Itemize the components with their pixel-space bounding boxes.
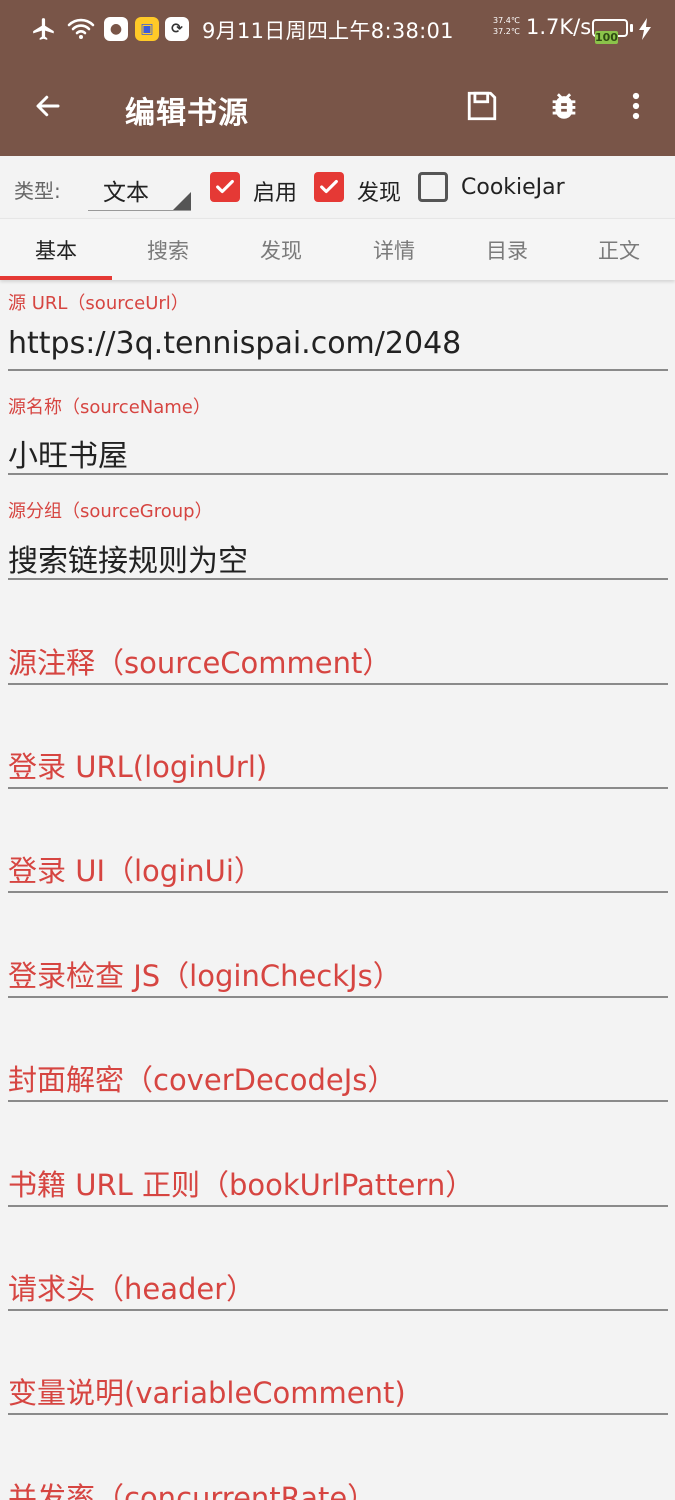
tab-toc[interactable]: 目录 [451,219,563,281]
source-name-field[interactable]: 源名称（sourceName） 小旺书屋 [8,387,668,475]
more-vert-icon[interactable] [614,84,658,128]
field-hint: 变量说明(variableComment) [8,1376,406,1410]
back-arrow-icon[interactable] [26,84,70,128]
qq-icon: ● [104,15,128,43]
cookiejar-checkbox[interactable] [418,172,448,202]
app-icon: ⟳ [165,15,189,43]
source-group-field[interactable]: 源分组（sourceGroup） 搜索链接规则为空 [8,492,668,580]
concurrent-rate-field[interactable]: 并发率（concurrentRate） [8,1435,668,1500]
type-row: 类型: 文本 启用 发现 CookieJar [0,156,675,218]
type-select-value: 文本 [103,180,149,206]
network-speed: 1.7K/s [526,15,592,39]
cookiejar-checkbox-label[interactable]: CookieJar [461,175,565,200]
enable-checkbox[interactable] [210,172,240,202]
active-tab-indicator [0,276,112,280]
field-value[interactable]: https://3q.tennispai.com/2048 [8,326,461,361]
status-time: 9月11日周四上午8:38:01 [202,19,454,43]
field-hint: 登录 UI（loginUi） [8,854,263,888]
temperature-readout: 37.4℃ 37.2℃ [493,16,520,36]
variable-comment-field[interactable]: 变量说明(variableComment) [8,1330,668,1415]
login-check-js-field[interactable]: 登录检查 JS（loginCheckJs） [8,913,668,998]
type-label: 类型: [14,179,61,203]
wifi-icon [66,15,96,43]
type-select[interactable]: 文本 [88,166,191,211]
tab-discover[interactable]: 发现 [225,219,337,281]
tab-detail[interactable]: 详情 [338,219,450,281]
battery-tip [630,24,633,32]
cover-decode-js-field[interactable]: 封面解密（coverDecodeJs） [8,1017,668,1102]
field-hint: 封面解密（coverDecodeJs） [8,1063,397,1097]
bug-icon[interactable] [542,84,586,128]
enable-checkbox-label[interactable]: 启用 [253,175,297,207]
top-bar: ● ▣ ⟳ 9月11日周四上午8:38:01 37.4℃ 37.2℃ 1.7K/… [0,0,675,156]
field-hint: 源注释（sourceComment） [8,646,392,680]
login-ui-field[interactable]: 登录 UI（loginUi） [8,808,668,893]
field-value[interactable]: 搜索链接规则为空 [8,536,248,580]
field-value[interactable]: 小旺书屋 [8,431,128,475]
discover-checkbox-label[interactable]: 发现 [357,175,401,207]
page-title: 编辑书源 [125,96,249,131]
airplane-icon [30,15,58,43]
tab-basic[interactable]: 基本 [0,219,112,281]
field-hint: 并发率（concurrentRate） [8,1481,377,1500]
check-icon [216,179,234,194]
dropdown-triangle-icon [173,192,191,210]
field-hint: 书籍 URL 正则（bookUrlPattern） [8,1168,475,1202]
field-hint: 登录检查 JS（loginCheckJs） [8,959,402,993]
field-label: 源 URL（sourceUrl） [8,293,189,314]
tab-bar: 基本 搜索 发现 详情 目录 正文 [0,218,675,280]
check-icon [320,179,338,194]
source-comment-field[interactable]: 源注释（sourceComment） [8,600,668,685]
login-url-field[interactable]: 登录 URL(loginUrl) [8,704,668,789]
field-hint: 登录 URL(loginUrl) [8,750,268,784]
header-field[interactable]: 请求头（header） [8,1226,668,1311]
app-bar: 编辑书源 [0,58,675,156]
book-url-pattern-field[interactable]: 书籍 URL 正则（bookUrlPattern） [8,1122,668,1207]
battery-icon: 100 [592,19,628,44]
status-bar: ● ▣ ⟳ 9月11日周四上午8:38:01 37.4℃ 37.2℃ 1.7K/… [0,0,675,58]
app-icon: ▣ [135,15,159,43]
source-url-field[interactable]: 源 URL（sourceUrl） https://3q.tennispai.co… [8,282,668,371]
field-hint: 请求头（header） [8,1272,256,1306]
discover-checkbox[interactable] [314,172,344,202]
save-icon[interactable] [460,84,504,128]
charging-icon [638,15,652,43]
field-label: 源分组（sourceGroup） [8,501,213,522]
field-label: 源名称（sourceName） [8,397,211,418]
tab-content[interactable]: 正文 [563,219,675,281]
tab-search[interactable]: 搜索 [112,219,224,281]
